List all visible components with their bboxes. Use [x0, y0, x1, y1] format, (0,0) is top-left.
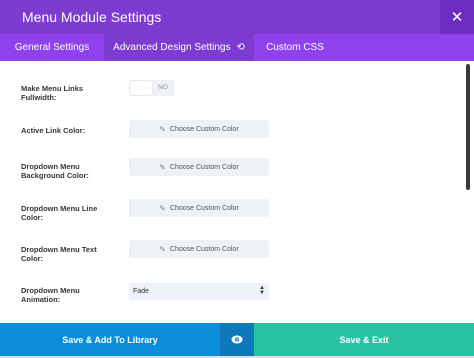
button-label: Choose Custom Color — [169, 125, 239, 133]
eye-icon — [231, 335, 243, 344]
pencil-icon: ✎ — [159, 203, 166, 213]
settings-panel: Make Menu Links Fullwidth: NO Active Lin… — [0, 61, 474, 323]
fullwidth-toggle[interactable]: NO — [129, 80, 175, 96]
setting-label: Make Menu Links Fullwidth: — [21, 84, 84, 102]
tab-advanced-design-settings[interactable]: Advanced Design Settings ⟲ — [104, 34, 254, 61]
setting-label: Dropdown Menu Line Color: — [21, 204, 98, 222]
button-label: Choose Custom Color — [169, 204, 239, 212]
select-value: Fade — [133, 288, 149, 295]
settings-modal: Menu Module Settings ✕ General Settings … — [0, 0, 474, 358]
choose-color-button[interactable]: ✎ Choose Custom Color — [129, 199, 269, 217]
save-add-to-library-button[interactable]: Save & Add To Library — [0, 323, 220, 356]
tab-bar: General Settings Advanced Design Setting… — [0, 34, 474, 61]
tab-label: General Settings — [14, 42, 90, 53]
tab-general-settings[interactable]: General Settings — [0, 34, 104, 61]
toggle-text: NO — [158, 84, 168, 91]
modal-title: Menu Module Settings — [22, 9, 162, 25]
scrollbar[interactable] — [466, 64, 470, 190]
modal-header: Menu Module Settings ✕ — [0, 0, 474, 34]
setting-label: Dropdown Menu Text Color: — [21, 245, 97, 263]
toggle-knob — [130, 81, 152, 95]
animation-select[interactable]: Fade ▲ ▼ — [129, 283, 269, 300]
close-icon: ✕ — [450, 9, 464, 26]
button-label: Save & Add To Library — [62, 334, 158, 345]
choose-color-button[interactable]: ✎ Choose Custom Color — [129, 158, 269, 176]
setting-label: Active Link Color: — [21, 126, 86, 135]
button-label: Choose Custom Color — [169, 245, 239, 253]
reset-icon[interactable]: ⟲ — [236, 42, 244, 53]
modal-footer: Save & Add To Library Save & Exit — [0, 323, 474, 356]
setting-label: Dropdown Menu Background Color: — [21, 162, 89, 180]
pencil-icon: ✎ — [159, 162, 166, 172]
pencil-icon: ✎ — [159, 124, 166, 134]
setting-label: Dropdown Menu Animation: — [21, 286, 80, 304]
close-button[interactable]: ✕ — [440, 0, 474, 34]
tab-custom-css[interactable]: Custom CSS — [254, 34, 336, 61]
select-arrows-icon: ▲ ▼ — [259, 285, 265, 296]
pencil-icon: ✎ — [159, 244, 166, 254]
choose-color-button[interactable]: ✎ Choose Custom Color — [129, 240, 269, 258]
choose-color-button[interactable]: ✎ Choose Custom Color — [129, 120, 269, 138]
button-label: Choose Custom Color — [169, 163, 239, 171]
tab-label: Advanced Design Settings — [113, 42, 231, 53]
preview-button[interactable] — [220, 323, 254, 356]
tab-label: Custom CSS — [266, 42, 324, 53]
button-label: Save & Exit — [339, 334, 389, 345]
save-exit-button[interactable]: Save & Exit — [254, 323, 474, 356]
